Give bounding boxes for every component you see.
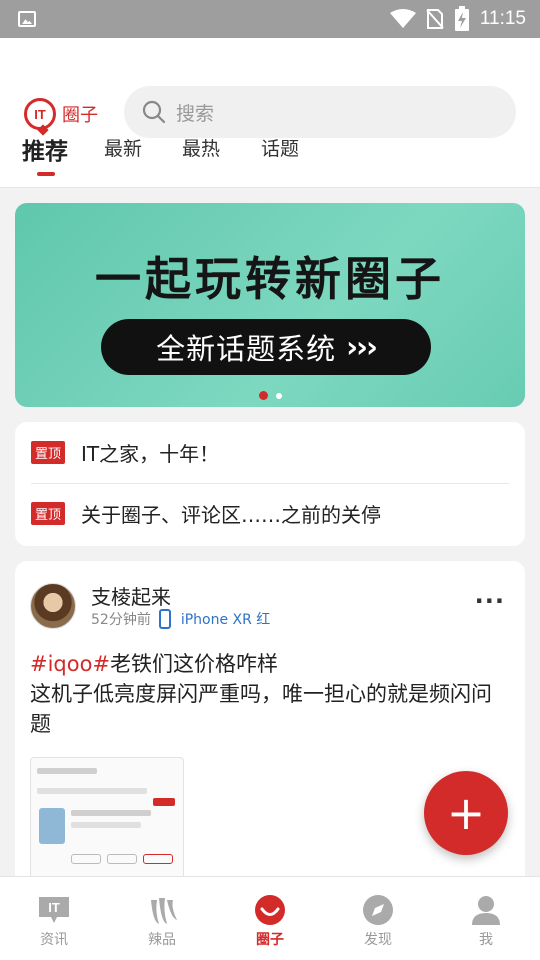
nav-label: 圈子 <box>256 932 284 948</box>
it-logo-icon: IT <box>24 98 56 130</box>
search-icon <box>142 100 166 124</box>
post-username[interactable]: 支棱起来 <box>91 581 171 610</box>
post-device: iPhone XR 红 <box>158 609 271 629</box>
image-detail <box>71 810 151 816</box>
tab-topics[interactable]: 话题 <box>261 134 299 161</box>
tab-hottest[interactable]: 最热 <box>182 134 220 161</box>
circle-smile-icon <box>253 893 287 927</box>
active-tab-indicator <box>37 172 55 176</box>
avatar[interactable] <box>30 583 76 629</box>
image-detail <box>143 854 173 864</box>
compass-icon <box>361 893 395 927</box>
pinned-item[interactable]: 置顶 关于圈子、评论区……之前的关停 <box>31 498 381 528</box>
banner-arrows-icon: ››› <box>346 330 378 364</box>
pinned-item[interactable]: 置顶 IT之家，十年！ <box>31 437 219 467</box>
post-title-text: 老铁们这价格咋样 <box>110 652 279 676</box>
post-hashtag[interactable]: #iqoo# <box>30 652 110 676</box>
chili-icon <box>145 893 179 927</box>
image-detail <box>39 808 65 844</box>
pinned-title: 关于圈子、评论区……之前的关停 <box>81 502 382 527</box>
nav-item-me[interactable]: 我 <box>432 877 540 960</box>
no-sim-icon <box>426 9 444 29</box>
search-placeholder: 搜索 <box>176 102 215 125</box>
nav-item-chili[interactable]: 辣品 <box>108 877 216 960</box>
post-content: #iqoo#老铁们这价格咋样 这机子低亮度屏闪严重吗，唯一担心的就是频闪问题 <box>30 649 500 739</box>
carousel-dot-active <box>259 391 268 400</box>
divider <box>31 483 509 484</box>
pinned-title: IT之家，十年！ <box>81 441 220 466</box>
pinned-badge: 置顶 <box>31 501 66 525</box>
tab-recommend[interactable]: 推荐 <box>22 132 68 166</box>
nav-label: 辣品 <box>148 932 176 948</box>
promo-banner[interactable]: 一起玩转新圈子 全新话题系统 ››› <box>15 203 525 407</box>
nav-label: 我 <box>479 932 493 948</box>
post-title: #iqoo#老铁们这价格咋样 <box>30 649 500 679</box>
it-news-icon: IT <box>37 893 71 927</box>
nav-item-circle[interactable]: 圈子 <box>216 877 324 960</box>
banner-title: 一起玩转新圈子 <box>95 252 445 306</box>
pinned-list: 置顶 IT之家，十年！ 置顶 关于圈子、评论区……之前的关停 <box>15 422 525 546</box>
nav-label: 资讯 <box>40 932 68 948</box>
device-name: iPhone XR 红 <box>180 612 271 628</box>
image-detail <box>71 822 141 828</box>
app-logo[interactable]: IT 圈子 <box>24 96 98 132</box>
tab-latest[interactable]: 最新 <box>104 134 142 161</box>
status-icons: 11:15 <box>389 0 526 38</box>
phone-icon <box>158 609 171 629</box>
post-meta: 52分钟前 iPhone XR 红 <box>91 609 270 629</box>
banner-subtitle: 全新话题系统 <box>156 332 337 366</box>
person-icon <box>469 893 503 927</box>
search-input[interactable]: 搜索 <box>124 86 516 138</box>
status-bar: 11:15 <box>0 0 540 38</box>
nav-item-news[interactable]: IT 资讯 <box>0 877 108 960</box>
logo-text: 圈子 <box>62 105 98 126</box>
svg-text:IT: IT <box>48 900 60 915</box>
nav-item-discover[interactable]: 发现 <box>324 877 432 960</box>
banner-pill: 全新话题系统 ››› <box>101 319 431 375</box>
image-detail <box>37 788 147 794</box>
image-detail <box>153 798 175 806</box>
nav-label: 发现 <box>364 932 392 948</box>
image-detail <box>37 768 97 774</box>
battery-charging-icon <box>454 6 469 31</box>
new-post-button[interactable]: + <box>424 771 508 855</box>
post-time: 52分钟前 <box>91 612 151 628</box>
image-detail <box>71 854 101 864</box>
wifi-icon <box>389 9 416 28</box>
post-body-text: 这机子低亮度屏闪严重吗，唯一担心的就是频闪问题 <box>30 682 492 736</box>
clock: 11:15 <box>479 8 526 29</box>
post-image[interactable] <box>30 757 184 891</box>
pinned-badge: 置顶 <box>31 440 66 464</box>
carousel-indicator <box>259 391 282 400</box>
gallery-notification-icon <box>18 11 36 27</box>
more-options-icon[interactable]: ··· <box>475 587 505 615</box>
app-header: IT 圈子 搜索 推荐 最新 最热 话题 <box>0 38 540 188</box>
bottom-nav: IT 资讯 辣品 圈子 发现 我 <box>0 876 540 960</box>
carousel-dot <box>276 392 282 399</box>
tab-bar: 推荐 最新 最热 话题 <box>0 134 540 188</box>
image-detail <box>107 854 137 864</box>
